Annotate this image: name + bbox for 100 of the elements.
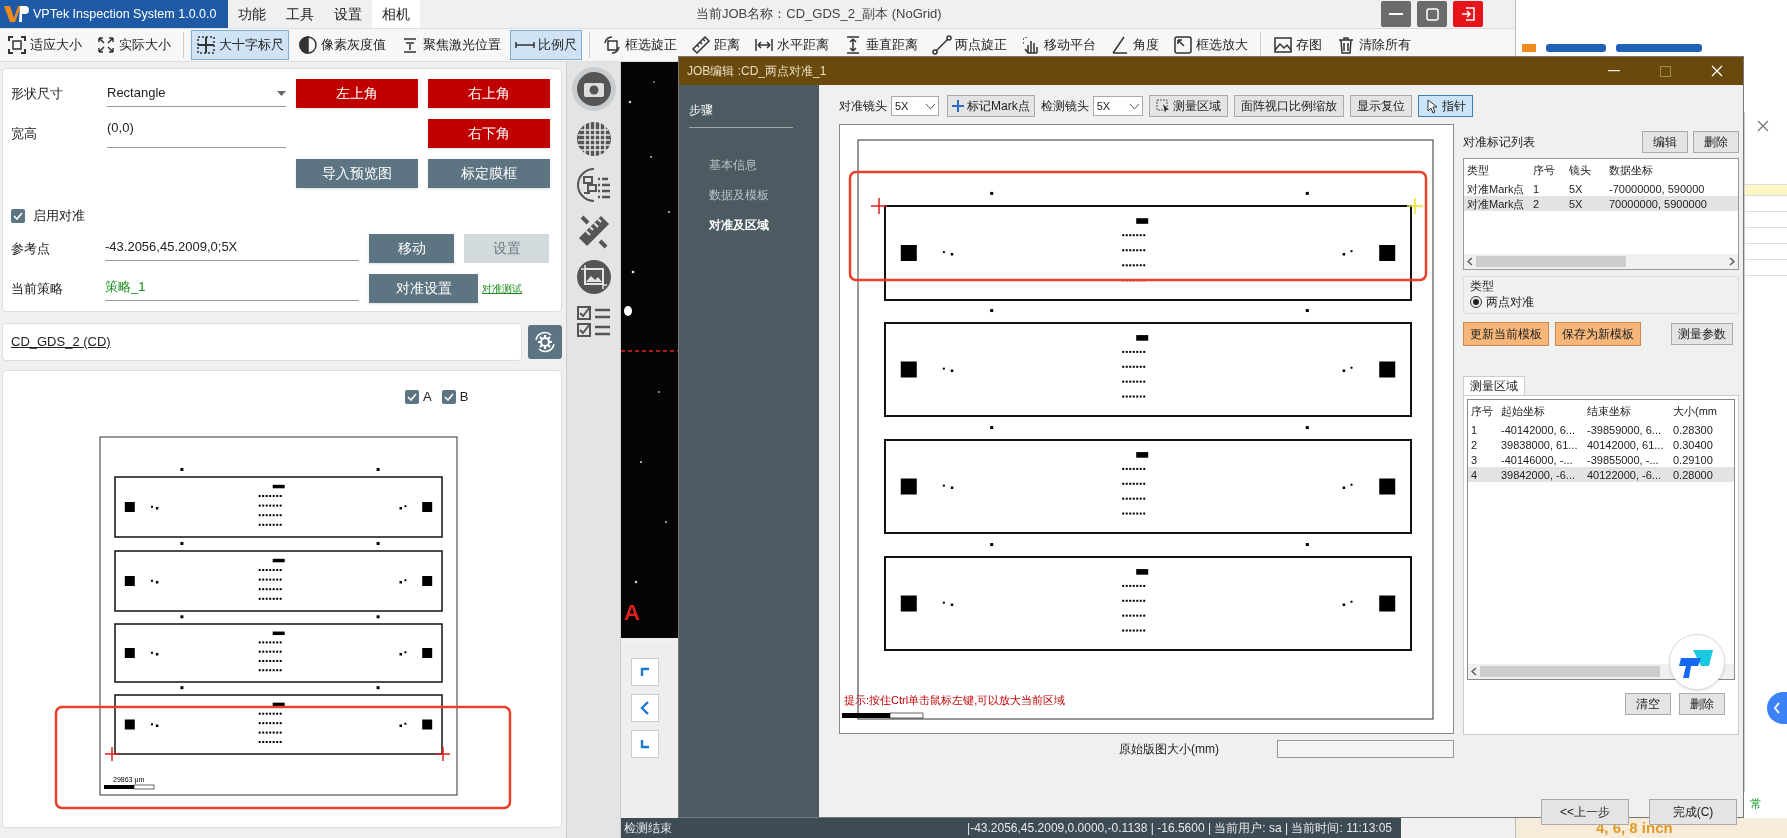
exit-icon: [1461, 7, 1475, 21]
step-item[interactable]: 数据及模板: [709, 186, 819, 204]
measure-tab[interactable]: 测量区域: [1463, 376, 1525, 395]
corner-button[interactable]: 右上角: [428, 79, 550, 108]
scrollbar[interactable]: [1464, 254, 1738, 269]
mark-point-button[interactable]: 标记Mark点: [947, 95, 1035, 117]
toolbar-button[interactable]: 适应大小: [2, 30, 87, 60]
toolbar-button[interactable]: 框选旋正: [597, 30, 682, 60]
column-header: 大小(mm: [1672, 403, 1718, 419]
plus-icon: [952, 100, 964, 112]
corner-button[interactable]: 左上角: [296, 79, 418, 108]
size-field[interactable]: (0,0): [107, 119, 286, 148]
table-row[interactable]: 1 -40142000, 6... -39859000, 6... 0.28300: [1468, 422, 1734, 437]
toolbar-button[interactable]: 两点旋正: [927, 30, 1012, 60]
menu-item[interactable]: 功能: [228, 0, 276, 28]
tool-button[interactable]: 指针: [1417, 95, 1473, 117]
exit-button[interactable]: [1453, 1, 1483, 27]
corner-button[interactable]: 右下角: [428, 119, 550, 148]
checkbox[interactable]: [11, 209, 25, 223]
calibrate-frame-button[interactable]: 标定膜框: [428, 159, 550, 188]
size-field[interactable]: [1277, 740, 1454, 758]
gear-icon: [533, 330, 557, 354]
menu-item[interactable]: 相机: [372, 0, 420, 28]
floating-widget[interactable]: [1669, 634, 1725, 690]
image-icon[interactable]: [575, 259, 612, 295]
toolbar-button[interactable]: 框选放大: [1168, 30, 1253, 60]
table-row[interactable]: 对准Mark点 1 5X -70000000, 590000: [1464, 181, 1738, 196]
scroll-left-icon[interactable]: [1467, 257, 1473, 266]
rotate-icon: [602, 35, 622, 55]
step-item[interactable]: 基本信息: [709, 156, 819, 174]
maximize-icon[interactable]: [1660, 65, 1671, 77]
chip-list-icon[interactable]: [575, 167, 612, 203]
toolbar-button[interactable]: 移动平台: [1016, 30, 1101, 60]
toolbar-button[interactable]: 存图: [1268, 30, 1327, 60]
grid-icon[interactable]: [575, 121, 612, 157]
template-button[interactable]: 更新当前模板: [1463, 322, 1549, 346]
table-action-button[interactable]: 编辑: [1642, 131, 1688, 153]
toolbar-button[interactable]: 像素灰度值: [293, 30, 391, 60]
toolbar-button[interactable]: 大十字标尺: [191, 30, 289, 60]
checkbox[interactable]: [405, 389, 419, 404]
close-icon[interactable]: [1757, 120, 1769, 132]
table-row[interactable]: 2 39838000, 61... 40142000, 61... 0.30400: [1468, 437, 1734, 452]
refresh-settings-button[interactable]: [528, 325, 562, 359]
toolbar-button[interactable]: 水平距离: [749, 30, 834, 60]
checkbox[interactable]: [441, 389, 456, 404]
strategy-field[interactable]: 策略_1: [105, 276, 359, 301]
toolbar-button[interactable]: 距离: [686, 30, 745, 60]
job-file-link[interactable]: CD_GDS_2 (CD): [11, 332, 111, 352]
table-cell-text: 39838000, 61...: [1500, 437, 1579, 452]
move-down-left-button[interactable]: [631, 730, 659, 758]
hand-icon: [1021, 35, 1041, 55]
measure-params-button[interactable]: 测量参数: [1671, 323, 1733, 345]
scrollbar-thumb[interactable]: [1480, 666, 1660, 677]
toolbar-button[interactable]: 比例尺: [510, 30, 582, 60]
table-action-button[interactable]: 删除: [1679, 693, 1725, 715]
column-header: 数据坐标: [1608, 162, 1654, 178]
table-cell-text: 5X: [1568, 196, 1584, 211]
column-header: 镜头: [1568, 162, 1592, 178]
field-label: 形状尺寸: [11, 84, 64, 103]
move-left-button[interactable]: [631, 694, 659, 722]
shape-dropdown[interactable]: Rectangle: [107, 80, 286, 107]
align-test-link[interactable]: 对准测试: [482, 281, 522, 296]
section-title: 对准标记列表: [1463, 134, 1535, 151]
toolbar-button[interactable]: 实际大小: [91, 30, 176, 60]
menu-item[interactable]: 设置: [324, 0, 372, 28]
lens-dropdown[interactable]: 5X: [891, 96, 939, 116]
tool-button[interactable]: 测量区域: [1148, 95, 1228, 117]
import-preview-button[interactable]: 导入预览图: [296, 159, 418, 188]
toolbar-button[interactable]: 垂直距离: [838, 30, 923, 60]
minimize-button[interactable]: [1381, 1, 1411, 27]
toolbar-button[interactable]: 角度: [1105, 30, 1164, 60]
previous-button[interactable]: <<上一步: [1541, 799, 1629, 825]
toolbar-button[interactable]: 聚焦激光位置: [395, 30, 506, 60]
maximize-button[interactable]: [1417, 1, 1447, 27]
align-settings-button[interactable]: 对准设置: [369, 274, 478, 303]
scroll-right-icon[interactable]: [1729, 257, 1735, 266]
finish-button[interactable]: 完成(C): [1649, 799, 1737, 825]
scrollbar-thumb[interactable]: [1476, 256, 1626, 267]
move-button[interactable]: 移动: [369, 234, 454, 263]
minimize-icon[interactable]: [1608, 70, 1620, 72]
template-button[interactable]: 保存为新模板: [1555, 322, 1641, 346]
step-item[interactable]: 对准及区域: [709, 216, 819, 234]
tool-button[interactable]: 显示复位: [1349, 95, 1412, 117]
menu-item[interactable]: 工具: [276, 0, 324, 28]
reference-field[interactable]: -43.2056,45.2009,0;5X: [105, 236, 359, 261]
table-row[interactable]: 对准Mark点 2 5X 70000000, 5900000: [1464, 196, 1738, 211]
table-action-button[interactable]: 删除: [1693, 131, 1739, 153]
table-action-button[interactable]: 清空: [1625, 693, 1671, 715]
lens-dropdown[interactable]: 5X: [1092, 96, 1143, 116]
scroll-left-icon[interactable]: [1471, 667, 1477, 676]
table-row[interactable]: 4 39842000, -6... 40122000, -6... 0.28000: [1468, 467, 1734, 482]
table-cell-text: 4: [1470, 467, 1479, 482]
minimize-icon: [1389, 13, 1403, 15]
field-label: 对准镜头: [839, 98, 887, 115]
table-row[interactable]: 3 -40146000, -... -39855000, -... 0.29100: [1468, 452, 1734, 467]
move-up-left-button[interactable]: [631, 658, 659, 686]
checklist-icon[interactable]: [575, 305, 612, 339]
tool-button[interactable]: 面阵视口比例缩放: [1233, 95, 1344, 117]
toolbar-button[interactable]: 清除所有: [1331, 30, 1416, 60]
camera-icon[interactable]: [571, 67, 616, 111]
